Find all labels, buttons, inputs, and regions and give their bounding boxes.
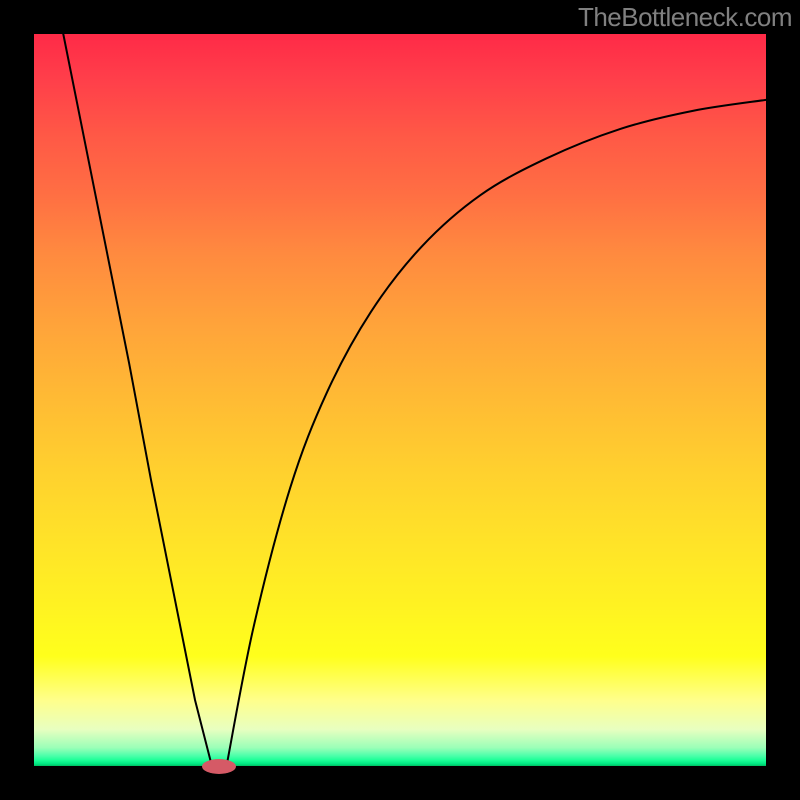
optimal-point-marker (202, 759, 236, 774)
watermark-text: TheBottleneck.com (578, 2, 792, 33)
bottleneck-curve (34, 34, 766, 766)
chart-frame: TheBottleneck.com (0, 0, 800, 800)
plot-area (34, 34, 766, 766)
